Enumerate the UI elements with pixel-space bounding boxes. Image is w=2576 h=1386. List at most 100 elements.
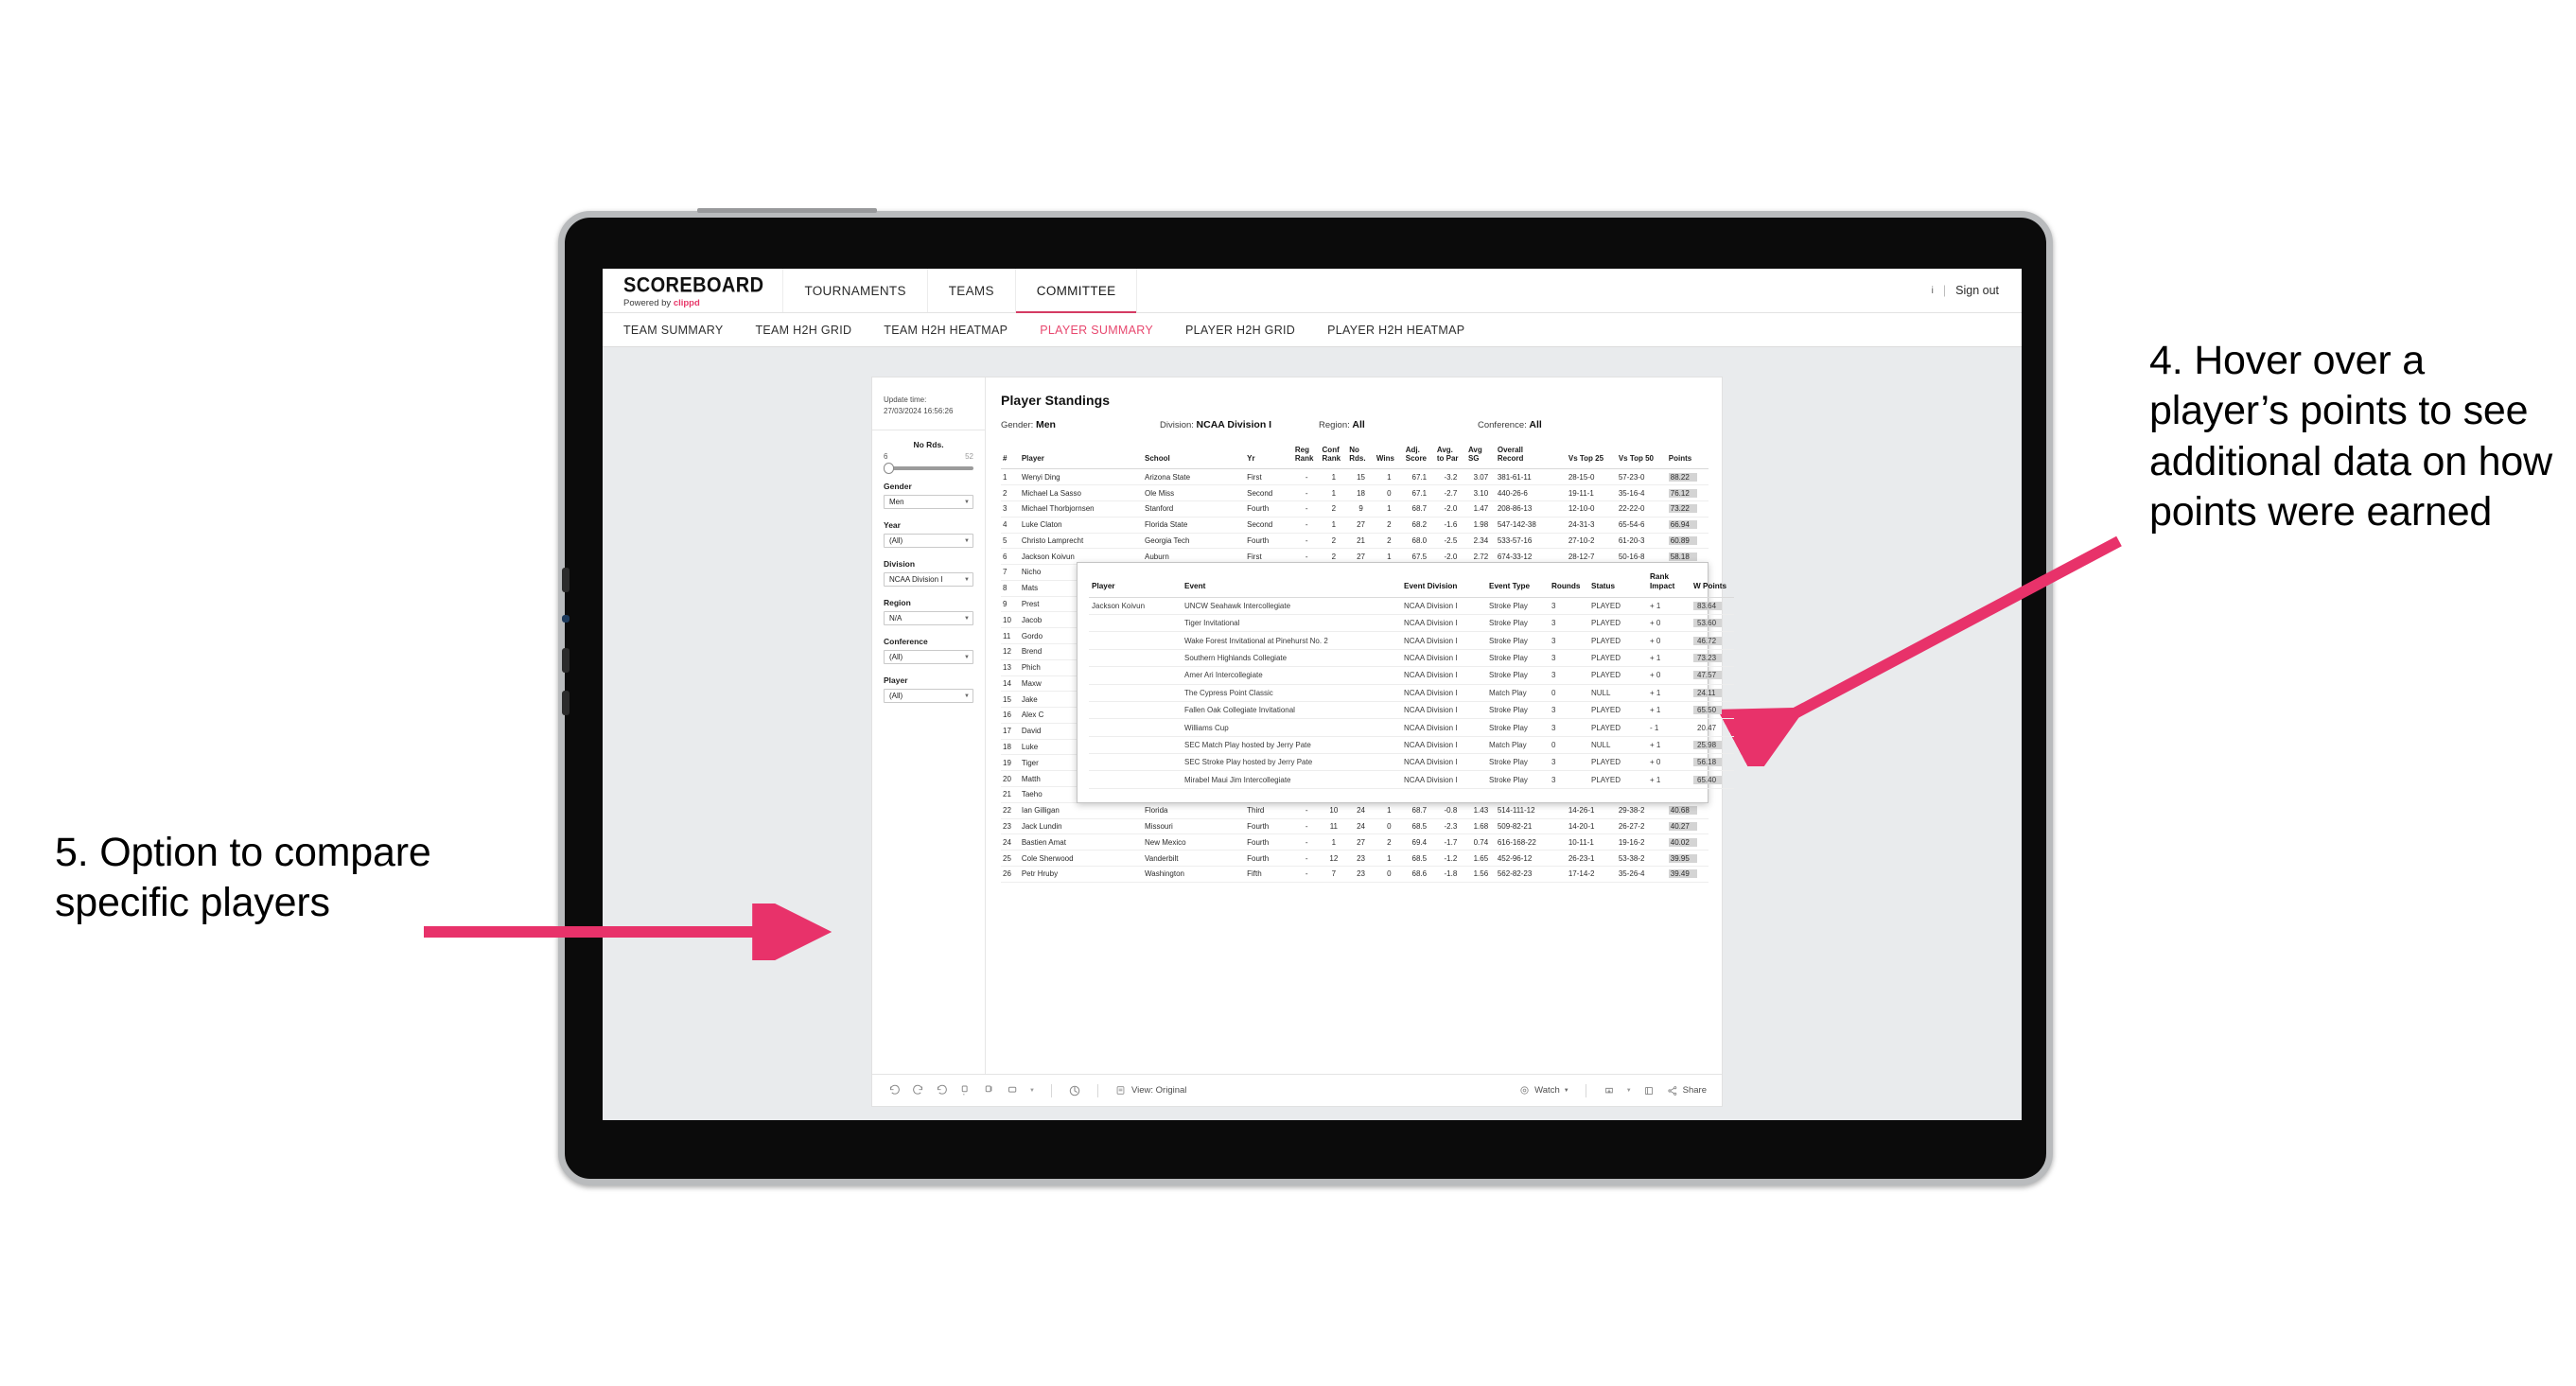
cell-n: 10 [1001, 611, 1020, 629]
no-rounds-slider-handle[interactable] [884, 463, 894, 475]
table-row[interactable]: 26 Petr Hruby Washington Fifth -7 23 0 68.6 -1.8… [1001, 866, 1709, 883]
cell-points[interactable]: 88.22 [1666, 468, 1709, 486]
col-points[interactable]: Points [1666, 442, 1709, 470]
chevron-down-icon[interactable]: ▼ [1029, 1088, 1035, 1094]
cell-points[interactable]: 73.22 [1666, 500, 1709, 518]
col-conf-rank[interactable]: Conf Rank [1320, 442, 1348, 470]
filter-player-select[interactable]: (All) ▼ [884, 689, 973, 704]
cell-points[interactable]: 40.68 [1666, 802, 1709, 819]
cell-conf: 7 [1320, 866, 1348, 883]
custom-view-icon[interactable] [1006, 1084, 1019, 1097]
points-value[interactable]: 40.27 [1668, 821, 1697, 831]
reset-icon[interactable] [1068, 1084, 1081, 1097]
cell-school: Vanderbilt [1143, 850, 1246, 867]
points-value[interactable]: 39.49 [1668, 869, 1697, 879]
points-value[interactable]: 40.68 [1668, 806, 1697, 816]
tt-cell-status: PLAYED [1588, 631, 1647, 650]
nav-tab-committee[interactable]: COMMITTEE [1015, 269, 1138, 313]
cell-points[interactable]: 40.27 [1666, 818, 1709, 835]
col-adj-score[interactable]: Adj. Score [1403, 442, 1435, 470]
table-row[interactable]: 1 Wenyi Ding Arizona State First -1 15 1 67.1 -3… [1001, 468, 1709, 486]
share-button[interactable]: Share [1666, 1084, 1707, 1097]
points-value[interactable]: 88.22 [1668, 472, 1697, 482]
col-year[interactable]: Yr [1245, 442, 1293, 470]
table-row[interactable]: 4 Luke Claton Florida State Second -1 27 2 68.2… [1001, 517, 1709, 534]
filter-year-select[interactable]: (All) ▼ [884, 534, 973, 549]
watch-icon [1517, 1084, 1531, 1097]
table-row[interactable]: 25 Cole Sherwood Vanderbilt Fourth -12 23 1 68.… [1001, 850, 1709, 867]
col-reg-rank[interactable]: Reg Rank [1292, 442, 1321, 470]
cell-par: -2.7 [1434, 484, 1466, 501]
cell-yr: Fourth [1245, 850, 1293, 867]
points-value[interactable]: 58.18 [1668, 552, 1697, 561]
tab-player-h2h-heatmap[interactable]: PLAYER H2H HEATMAP [1327, 324, 1464, 337]
table-row[interactable]: 3 Michael Thorbjornsen Stanford Fourth -2 9 1 6… [1001, 500, 1709, 518]
points-value[interactable]: 40.02 [1668, 837, 1697, 847]
tab-team-h2h-heatmap[interactable]: TEAM H2H HEATMAP [884, 324, 1008, 337]
view-original-button[interactable]: View: Original [1114, 1084, 1186, 1097]
filter-division-select[interactable]: NCAA Division I ▼ [884, 572, 973, 588]
filter-gender-select[interactable]: Men ▼ [884, 495, 973, 510]
nav-tab-tournaments[interactable]: TOURNAMENTS [783, 269, 928, 312]
undo-icon[interactable] [887, 1084, 901, 1097]
tt-cell-type: Stroke Play [1486, 666, 1549, 685]
tooltip-row: Tiger Invitational NCAA Division I Stroke … [1089, 614, 1734, 633]
cell-wins: 1 [1374, 850, 1404, 867]
col-no-rounds[interactable]: No Rds. [1347, 442, 1375, 470]
cell-points[interactable]: 39.95 [1666, 850, 1709, 867]
download-icon[interactable] [1603, 1084, 1616, 1097]
tab-player-h2h-grid[interactable]: PLAYER H2H GRID [1185, 324, 1295, 337]
table-row[interactable]: 5 Christo Lamprecht Georgia Tech Fourth -2 21… [1001, 533, 1709, 550]
summary-conference: Conference: All [1478, 419, 1637, 430]
view-original-label: View: Original [1130, 1085, 1187, 1096]
table-row[interactable]: 24 Bastien Amat New Mexico Fourth -1 27 2 69.4-… [1001, 833, 1709, 851]
sign-out-link[interactable]: Sign out [1955, 284, 1999, 297]
no-rounds-slider-track[interactable] [884, 463, 973, 475]
nav-tab-teams[interactable]: TEAMS [927, 269, 1016, 312]
points-value[interactable]: 73.22 [1668, 504, 1697, 514]
points-value[interactable]: 76.12 [1668, 488, 1697, 498]
cell-points[interactable]: 76.12 [1666, 484, 1709, 501]
cell-n: 19 [1001, 754, 1020, 772]
tooltip-header: Player Event Event Division Event Type R… [1089, 570, 1734, 598]
col-player[interactable]: Player [1019, 442, 1144, 470]
col-school[interactable]: School [1143, 442, 1246, 470]
brand-logo-text: SCOREBOARD [623, 273, 764, 298]
brand-logo-block[interactable]: SCOREBOARD Powered by clippd [603, 269, 784, 312]
col-overall-record[interactable]: Overall Record [1495, 442, 1567, 470]
col-wins[interactable]: Wins [1374, 442, 1404, 470]
col-vs-top-25[interactable]: Vs Top 25 [1566, 442, 1617, 470]
points-value[interactable]: 39.95 [1668, 853, 1697, 863]
table-row[interactable]: 22 Ian Gilligan Florida Third -10 24 1 68.7 -0.8… [1001, 802, 1709, 819]
filter-conference-select[interactable]: (All) ▼ [884, 650, 973, 665]
table-row[interactable]: 2 Michael La Sasso Ole Miss Second -1 18 0 67.1… [1001, 484, 1709, 501]
col-avg-sg[interactable]: Avg SG [1465, 442, 1496, 470]
watch-button[interactable]: Watch ▼ [1517, 1084, 1569, 1097]
fullscreen-icon[interactable] [1642, 1084, 1656, 1097]
redo-icon[interactable] [911, 1084, 924, 1097]
table-row[interactable]: 23 Jack Lundin Missouri Fourth -11 24 0 68.5 -2.… [1001, 818, 1709, 835]
col-avg-to-par[interactable]: Avg. to Par [1434, 442, 1466, 470]
brand-tagline: Powered by clippd [623, 299, 763, 308]
w-points-value: 25.98 [1693, 740, 1722, 749]
cell-t50: 35-26-4 [1616, 866, 1667, 883]
cell-yr: Second [1245, 484, 1293, 501]
refresh-icon[interactable] [958, 1084, 972, 1097]
cell-points[interactable]: 39.49 [1666, 866, 1709, 883]
tt-cell-event: Amer Ari Intercollegiate [1182, 666, 1401, 685]
points-value[interactable]: 60.89 [1668, 535, 1697, 545]
cell-n: 16 [1001, 707, 1020, 724]
col-rank[interactable]: # [1001, 442, 1020, 470]
tab-player-summary[interactable]: PLAYER SUMMARY [1040, 324, 1153, 337]
pause-icon[interactable] [982, 1084, 995, 1097]
cell-points[interactable]: 40.02 [1666, 833, 1709, 851]
user-initial[interactable]: i [1932, 286, 1934, 296]
col-vs-top-50[interactable]: Vs Top 50 [1616, 442, 1667, 470]
revert-icon[interactable] [935, 1084, 948, 1097]
tab-team-h2h-grid[interactable]: TEAM H2H GRID [755, 324, 851, 337]
chevron-down-icon[interactable]: ▼ [1626, 1088, 1632, 1094]
filter-region-select[interactable]: N/A ▼ [884, 611, 973, 626]
viz-bottom-toolbar: ▼ View: Original Watch ▼ ▼ Share [872, 1074, 1722, 1106]
points-value[interactable]: 66.94 [1668, 520, 1697, 530]
tab-team-summary[interactable]: TEAM SUMMARY [623, 324, 723, 337]
